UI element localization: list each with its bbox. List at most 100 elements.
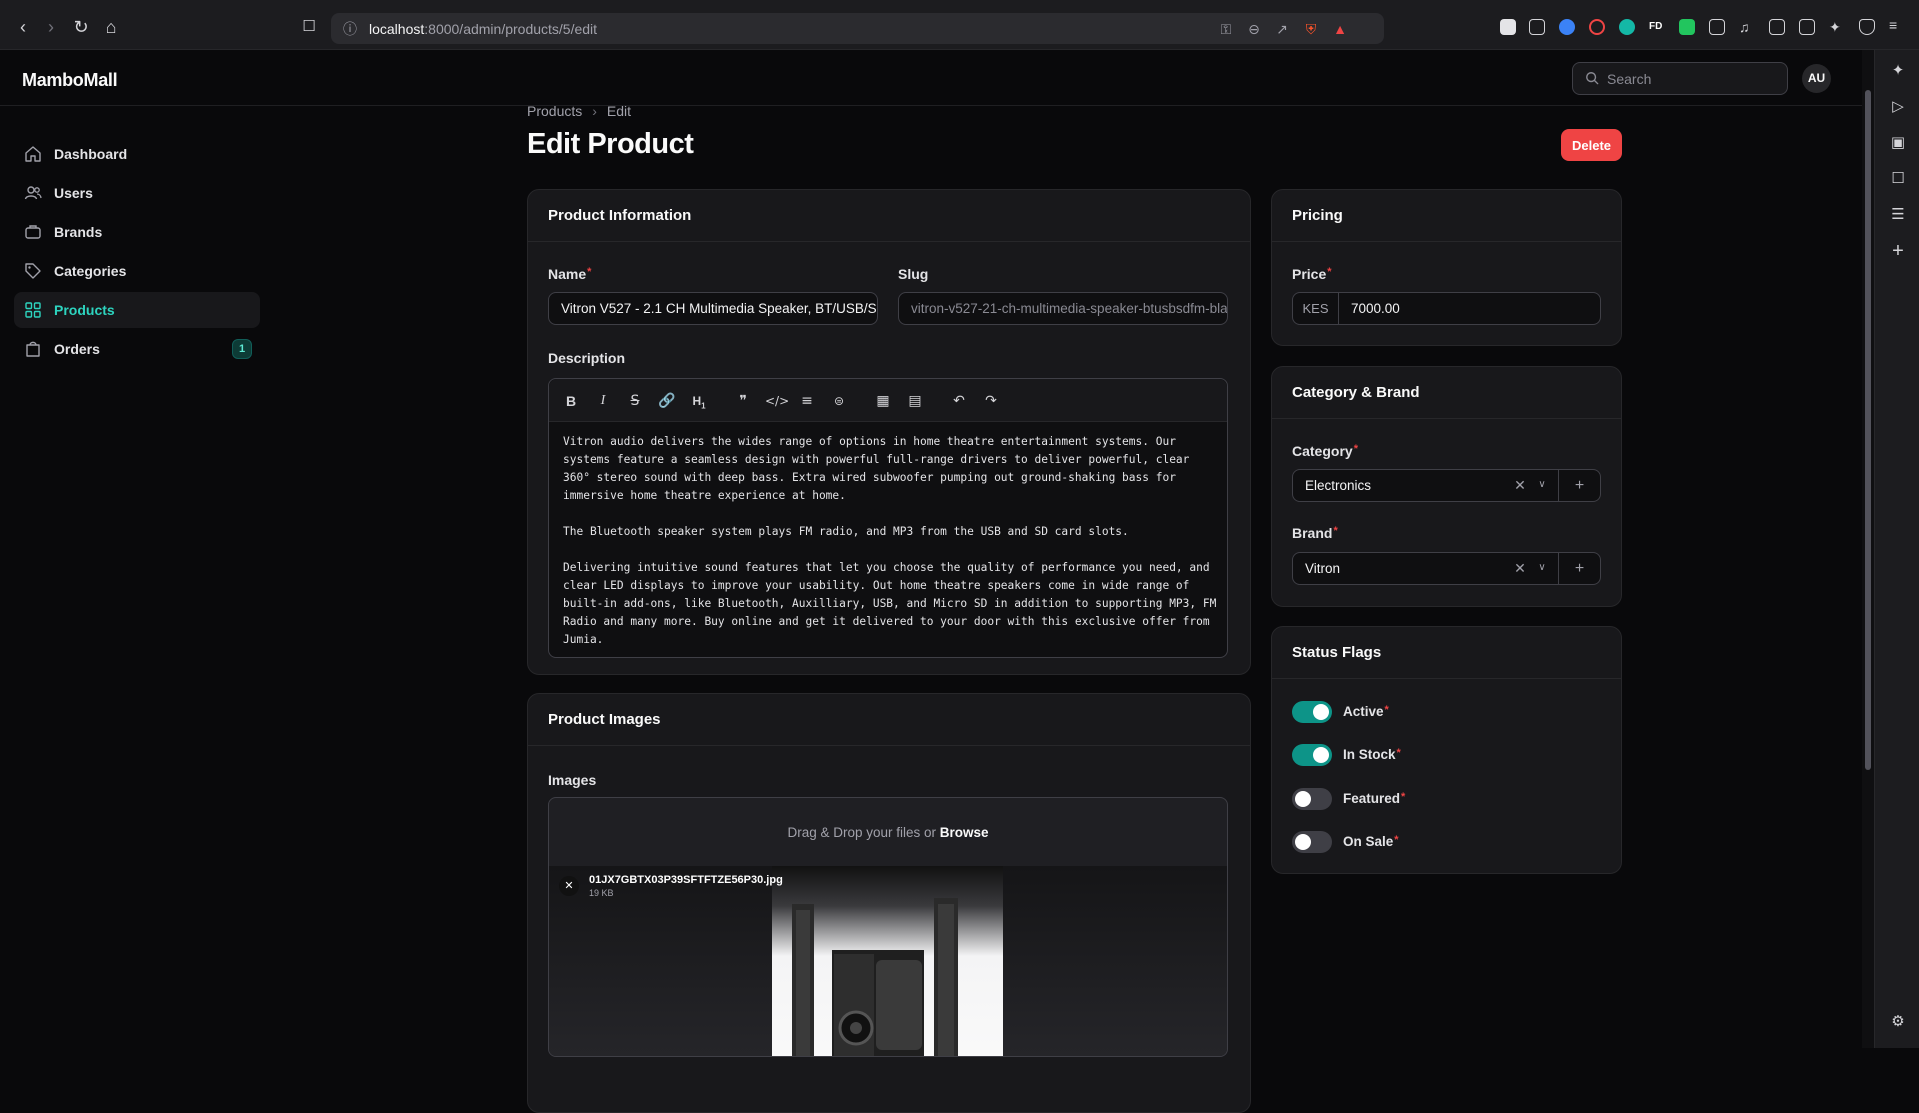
description-editor[interactable]: B I S 🔗 H1 ❞ </> ≡ ⊜ ▦ ▤ ↶ ↷ Vitron audi… (548, 378, 1228, 658)
brand-select[interactable]: Vitron ✕ ∨ + (1292, 552, 1601, 585)
undo-icon[interactable]: ↶ (949, 391, 969, 411)
description-text[interactable]: Vitron audio delivers the wides range of… (563, 433, 1219, 667)
pricing-card: Pricing Price* KES 7000.00 (1271, 189, 1622, 346)
search-box[interactable] (1572, 62, 1788, 95)
key-icon[interactable]: ⚿ (1218, 21, 1234, 37)
on-sale-toggle[interactable] (1292, 831, 1332, 853)
sidebar-item-dashboard[interactable]: Dashboard (14, 136, 260, 172)
sidebar-item-brands[interactable]: Brands (14, 214, 260, 250)
file-preview: ✕ 01JX7GBTX03P39SFTFTZE56P30.jpg 19 KB (549, 866, 1227, 1056)
search-icon (1586, 72, 1599, 85)
sidebar-item-categories[interactable]: Categories (14, 253, 260, 289)
extension-icon[interactable] (1500, 19, 1516, 35)
scrollbar-thumb[interactable] (1865, 90, 1871, 770)
brand-logo[interactable]: MamboMall (22, 70, 118, 91)
reload-icon[interactable]: ↻ (70, 16, 92, 38)
category-select[interactable]: Electronics ✕ ∨ + (1292, 469, 1601, 502)
site-info-icon[interactable]: ⓘ (342, 21, 358, 37)
notion-icon[interactable] (1529, 19, 1545, 35)
menu-icon[interactable]: ≡ (1889, 17, 1905, 33)
table-icon[interactable]: ▦ (873, 391, 893, 411)
browse-link[interactable]: Browse (940, 825, 989, 840)
settings-icon[interactable]: ⚙ (1889, 1013, 1907, 1031)
extension-icon[interactable] (1589, 19, 1605, 35)
add-brand-icon[interactable]: + (1558, 553, 1600, 584)
bookmark-icon[interactable]: ☐ (298, 16, 320, 38)
toggle-label: Featured (1343, 791, 1401, 806)
sidebar-item-products[interactable]: Products (14, 292, 260, 328)
sidebar-item-label: Brands (54, 224, 103, 240)
wallet-icon[interactable] (1799, 19, 1815, 35)
code-icon[interactable]: </> (765, 391, 789, 411)
breadcrumb-products[interactable]: Products (527, 103, 582, 119)
product-information-card: Product Information Name* Vitron V527 - … (527, 189, 1251, 675)
link-icon[interactable]: 🔗 (657, 391, 677, 411)
image-dropzone[interactable]: Drag & Drop your files or Browse ✕ 01JX7… (548, 797, 1228, 1057)
brand-label: Brand* (1292, 525, 1338, 541)
heading-icon[interactable]: H1 (689, 391, 709, 411)
currency-prefix: KES (1293, 293, 1339, 324)
leo-ai-icon[interactable]: ✦ (1889, 62, 1907, 80)
clear-icon[interactable]: ✕ (1513, 478, 1527, 492)
status-flags-card: Status Flags Active* In Stock* Featured*… (1271, 626, 1622, 874)
brave-rewards-icon[interactable]: ▲ (1332, 21, 1348, 37)
breadcrumb: Products › Edit (527, 103, 631, 119)
reading-list-icon[interactable]: ☰ (1889, 206, 1907, 224)
zoom-icon[interactable]: ⊖ (1246, 21, 1262, 37)
chevron-down-icon[interactable]: ∨ (1535, 478, 1549, 492)
page-scrollbar[interactable] (1862, 50, 1874, 1048)
search-input[interactable] (1607, 69, 1777, 89)
image-icon[interactable]: ▤ (905, 391, 925, 411)
user-avatar[interactable]: AU (1802, 64, 1831, 93)
extension-icon[interactable] (1559, 19, 1575, 35)
home-icon[interactable]: ⌂ (100, 16, 122, 38)
bullet-list-icon[interactable]: ≡ (797, 391, 817, 411)
category-label: Category* (1292, 443, 1358, 459)
sidebar-item-orders[interactable]: Orders 1 (14, 331, 260, 367)
extension-icon[interactable] (1679, 19, 1695, 35)
address-bar[interactable]: ⓘ localhost:8000/admin/products/5/edit ⚿… (331, 13, 1384, 44)
users-icon (24, 186, 42, 200)
wallet-icon[interactable]: ▣ (1889, 134, 1907, 152)
slug-input[interactable]: vitron-v527-21-ch-multimedia-speaker-btu… (898, 292, 1228, 325)
in-stock-toggle[interactable] (1292, 744, 1332, 766)
forward-icon[interactable]: › (40, 16, 62, 38)
shopping-bag-icon (26, 341, 40, 357)
bookmarks-icon[interactable]: ☐ (1889, 170, 1907, 188)
italic-icon[interactable]: I (593, 391, 613, 411)
blockquote-icon[interactable]: ❞ (733, 391, 753, 411)
sidebar-toggle-icon[interactable] (1769, 19, 1785, 35)
briefcase-icon (25, 225, 41, 239)
sidebar-item-label: Users (54, 185, 93, 201)
name-input[interactable]: Vitron V527 - 2.1 CH Multimedia Speaker,… (548, 292, 878, 325)
price-input[interactable]: KES 7000.00 (1292, 292, 1601, 325)
music-icon[interactable]: ♫ (1739, 19, 1755, 35)
card-heading: Status Flags (1272, 627, 1621, 679)
delete-button[interactable]: Delete (1561, 129, 1622, 161)
active-toggle[interactable] (1292, 701, 1332, 723)
speaker-image (792, 898, 958, 1056)
extension-icon[interactable] (1619, 19, 1635, 35)
card-heading: Product Images (528, 694, 1250, 746)
extension-fd-icon[interactable]: FD (1649, 19, 1665, 35)
vpn-shield-icon[interactable] (1859, 19, 1875, 35)
chevron-down-icon[interactable]: ∨ (1535, 561, 1549, 575)
browser-side-rail: ✦ ▷ ▣ ☐ ☰ + ⚙ (1874, 50, 1919, 1048)
bold-icon[interactable]: B (561, 391, 581, 411)
remove-file-icon[interactable]: ✕ (559, 876, 579, 896)
strikethrough-icon[interactable]: S (625, 391, 645, 411)
clear-icon[interactable]: ✕ (1513, 561, 1527, 575)
back-icon[interactable]: ‹ (12, 16, 34, 38)
add-category-icon[interactable]: + (1558, 470, 1600, 501)
puzzle-icon[interactable] (1709, 19, 1725, 35)
leo-ai-icon[interactable]: ✦ (1829, 19, 1845, 35)
brave-shield-icon[interactable]: ⛨ (1303, 21, 1319, 37)
share-icon[interactable]: ↗ (1274, 21, 1290, 37)
redo-icon[interactable]: ↷ (981, 391, 1001, 411)
video-icon[interactable]: ▷ (1889, 98, 1907, 116)
numbered-list-icon[interactable]: ⊜ (829, 391, 849, 411)
add-panel-icon[interactable]: + (1889, 241, 1907, 261)
sidebar-item-label: Dashboard (54, 146, 128, 162)
sidebar-item-users[interactable]: Users (14, 175, 260, 211)
featured-toggle[interactable] (1292, 788, 1332, 810)
